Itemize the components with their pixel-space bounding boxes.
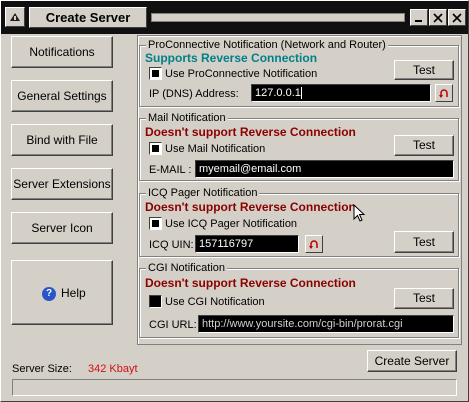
mail-test-button[interactable]: Test	[394, 135, 454, 156]
cgi-group-label: CGI Notification	[146, 262, 228, 274]
minimize-button[interactable]	[410, 9, 428, 26]
mail-group-label: Mail Notification	[146, 112, 228, 124]
proconnective-checkbox-row[interactable]: Use ProConnective Notification	[149, 66, 318, 81]
help-label: Help	[61, 286, 86, 300]
notifications-button[interactable]: Notifications	[11, 36, 113, 68]
server-icon-button[interactable]: Server Icon	[11, 212, 113, 244]
mail-checkbox-label: Use Mail Notification	[165, 143, 266, 155]
proconnective-status: Supports Reverse Connection	[145, 51, 318, 65]
cgi-checkbox-row[interactable]: Use CGI Notification	[149, 294, 265, 309]
cgi-status: Doesn't support Reverse Connection	[145, 276, 356, 290]
mail-checkbox[interactable]	[149, 141, 162, 155]
email-label: E-MAIL :	[149, 164, 192, 176]
minimize-icon	[415, 20, 422, 22]
ip-address-value: 127.0.0.1	[255, 87, 301, 99]
icq-group: ICQ Pager Notification Doesn't support R…	[139, 187, 459, 257]
icq-checkbox-label: Use ICQ Pager Notification	[165, 218, 298, 230]
cgi-url-label: CGI URL:	[149, 319, 197, 331]
ip-address-input[interactable]: 127.0.0.1	[251, 84, 431, 102]
close-icon	[452, 13, 462, 23]
text-cursor	[300, 87, 302, 100]
icq-test-button[interactable]: Test	[394, 231, 454, 253]
icq-uin-input[interactable]: 157116797	[195, 235, 299, 253]
proconnective-group-label: ProConnective Notification (Network and …	[146, 39, 388, 51]
title-bar[interactable]: Create Server	[1, 1, 468, 34]
icq-checkbox[interactable]	[149, 216, 162, 230]
proconnective-checkbox-label: Use ProConnective Notification	[165, 68, 318, 80]
help-button[interactable]: ? Help	[11, 260, 113, 325]
refresh-icon	[439, 89, 448, 98]
close-button-alt[interactable]	[448, 9, 466, 26]
title-decoration	[151, 13, 405, 22]
ip-address-label: IP (DNS) Address:	[149, 88, 239, 100]
mail-status: Doesn't support Reverse Connection	[145, 125, 356, 139]
close-button[interactable]	[429, 9, 447, 26]
server-size-label: Server Size:	[12, 363, 72, 375]
proconnective-group: ProConnective Notification (Network and …	[139, 39, 459, 107]
create-server-button[interactable]: Create Server	[367, 350, 457, 372]
mail-group: Mail Notification Doesn't support Revers…	[139, 112, 459, 181]
server-extensions-button[interactable]: Server Extensions	[11, 168, 113, 200]
refresh-icon	[309, 240, 318, 249]
bind-with-file-button[interactable]: Bind with File	[11, 124, 113, 156]
icq-uin-label: ICQ UIN:	[149, 239, 194, 251]
mail-checkbox-row[interactable]: Use Mail Notification	[149, 141, 266, 156]
app-icon[interactable]	[5, 7, 25, 27]
window-title: Create Server	[29, 7, 147, 28]
general-settings-button[interactable]: General Settings	[11, 80, 113, 112]
icq-checkbox-row[interactable]: Use ICQ Pager Notification	[149, 216, 298, 231]
icq-group-label: ICQ Pager Notification	[146, 187, 260, 199]
mouse-pointer-icon	[353, 204, 366, 222]
cgi-url-input[interactable]: http://www.yoursite.com/cgi-bin/prorat.c…	[198, 315, 454, 333]
ip-refresh-button[interactable]	[435, 84, 453, 102]
cgi-group: CGI Notification Doesn't support Reverse…	[139, 262, 459, 338]
build-progress-bar	[12, 379, 457, 396]
server-size-value: 342 Kbayt	[88, 363, 138, 375]
cgi-test-button[interactable]: Test	[394, 288, 454, 309]
icq-status: Doesn't support Reverse Connection	[145, 200, 356, 214]
cgi-checkbox[interactable]	[149, 294, 162, 308]
cgi-checkbox-label: Use CGI Notification	[165, 296, 265, 308]
proconnective-checkbox[interactable]	[149, 66, 162, 80]
create-server-window: Create Server Notifications General Sett…	[0, 0, 469, 402]
close-icon	[433, 13, 443, 23]
email-input[interactable]: myemail@email.com	[195, 160, 454, 178]
icq-refresh-button[interactable]	[305, 235, 323, 253]
proconnective-test-button[interactable]: Test	[394, 60, 454, 80]
help-icon: ?	[42, 286, 56, 301]
